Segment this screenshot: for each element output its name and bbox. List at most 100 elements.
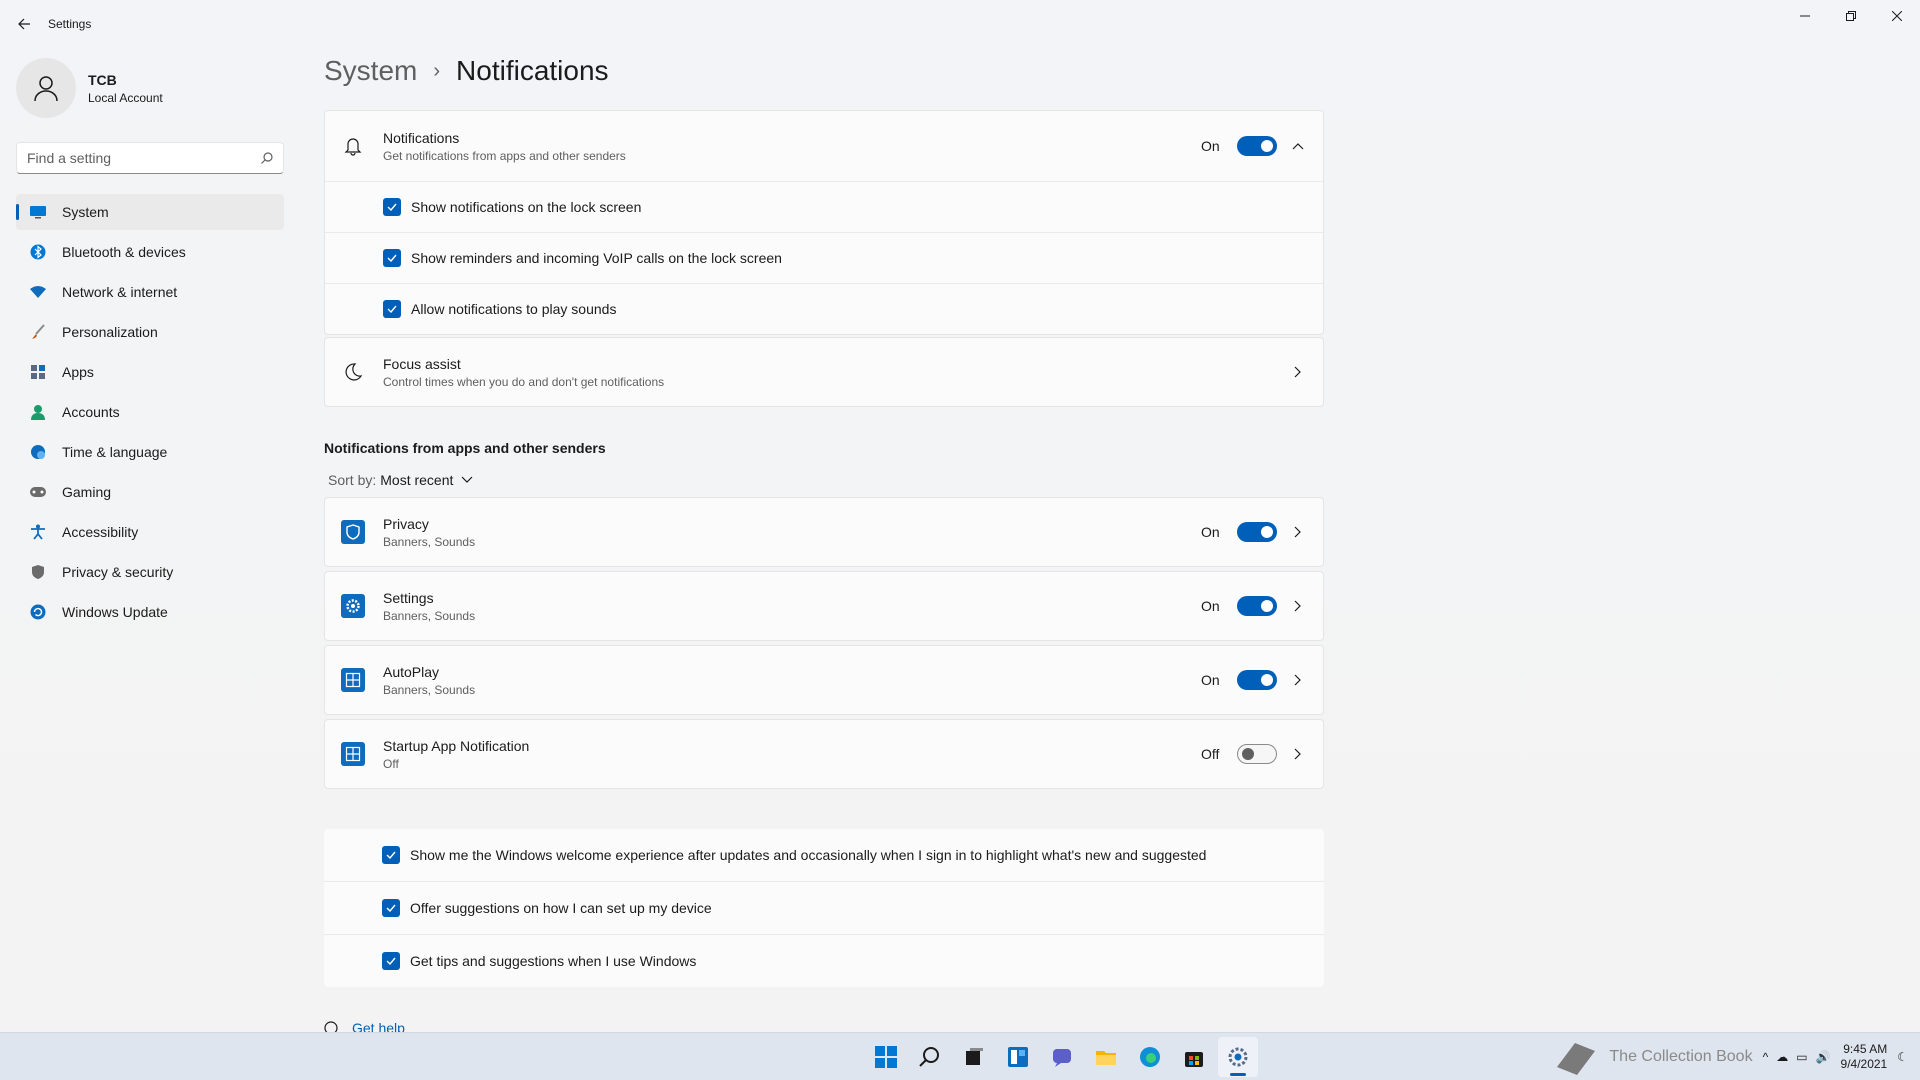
app-row[interactable]: Settings Banners, Sounds On xyxy=(325,572,1323,640)
chat-icon[interactable] xyxy=(1042,1037,1082,1077)
notification-icon[interactable]: ☾ xyxy=(1897,1050,1908,1064)
wifi-icon xyxy=(28,282,48,302)
app-toggle[interactable] xyxy=(1237,596,1277,616)
person-avatar-icon xyxy=(34,76,58,102)
option-reminders-voip[interactable]: Show reminders and incoming VoIP calls o… xyxy=(325,233,1323,283)
gear-icon xyxy=(341,594,365,618)
autoplay-icon xyxy=(341,668,365,692)
sidebar-item-label: Network & internet xyxy=(62,284,178,300)
chevron-right-icon[interactable] xyxy=(1289,671,1307,689)
sidebar-item-time-language[interactable]: Time & language xyxy=(16,434,284,470)
sidebar-item-personalization[interactable]: Personalization xyxy=(16,314,284,350)
option-welcome-experience[interactable]: Show me the Windows welcome experience a… xyxy=(324,829,1324,881)
store-icon[interactable] xyxy=(1174,1037,1214,1077)
checkbox-checked[interactable] xyxy=(383,198,401,216)
checkbox-checked[interactable] xyxy=(383,249,401,267)
app-toggle[interactable] xyxy=(1237,522,1277,542)
option-label: Show notifications on the lock screen xyxy=(411,199,642,215)
minimize-icon xyxy=(1800,15,1810,17)
taskbar-clock[interactable]: 9:45 AM 9/4/2021 xyxy=(1841,1042,1888,1072)
notifications-title: Notifications xyxy=(383,129,460,146)
sidebar-item-label: Personalization xyxy=(62,324,158,340)
checkmark-icon xyxy=(386,851,396,859)
edge-icon[interactable] xyxy=(1130,1037,1170,1077)
app-name: Privacy xyxy=(383,515,429,532)
app-row[interactable]: Startup App Notification Off Off xyxy=(325,720,1323,788)
sidebar-item-windows-update[interactable]: Windows Update xyxy=(16,594,284,630)
notifications-card: Notifications Get notifications from app… xyxy=(324,110,1324,335)
brush-icon xyxy=(28,322,48,342)
network-icon[interactable]: ▭ xyxy=(1796,1050,1807,1064)
option-label: Show reminders and incoming VoIP calls o… xyxy=(411,250,782,266)
app-card-autoplay[interactable]: AutoPlay Banners, Sounds On xyxy=(324,645,1324,715)
breadcrumb-parent[interactable]: System xyxy=(324,55,417,87)
file-explorer-icon[interactable] xyxy=(1086,1037,1126,1077)
app-row[interactable]: AutoPlay Banners, Sounds On xyxy=(325,646,1323,714)
option-tips[interactable]: Get tips and suggestions when I use Wind… xyxy=(324,935,1324,987)
user-profile[interactable]: TCB Local Account xyxy=(16,58,163,118)
bell-icon xyxy=(341,134,365,158)
sidebar-item-label: Time & language xyxy=(62,444,168,460)
app-toggle[interactable] xyxy=(1237,670,1277,690)
search-input[interactable] xyxy=(27,150,261,166)
task-view-icon[interactable] xyxy=(954,1037,994,1077)
back-button[interactable] xyxy=(0,0,48,48)
sidebar-item-bluetooth[interactable]: Bluetooth & devices xyxy=(16,234,284,270)
update-icon xyxy=(28,602,48,622)
search-icon[interactable] xyxy=(910,1037,950,1077)
sidebar-item-label: System xyxy=(62,204,109,220)
chevron-right-icon[interactable] xyxy=(1289,597,1307,615)
checkbox-checked[interactable] xyxy=(383,300,401,318)
notifications-toggle[interactable] xyxy=(1237,136,1277,156)
sidebar-item-label: Apps xyxy=(62,364,94,380)
globe-clock-icon xyxy=(28,442,48,462)
app-state: On xyxy=(1201,672,1220,688)
sidebar-item-apps[interactable]: Apps xyxy=(16,354,284,390)
sidebar-item-label: Accessibility xyxy=(62,524,139,540)
option-play-sounds[interactable]: Allow notifications to play sounds xyxy=(325,284,1323,334)
focus-assist-title: Focus assist xyxy=(383,355,461,372)
app-detail: Off xyxy=(383,756,399,771)
sidebar-item-label: Bluetooth & devices xyxy=(62,244,186,260)
sidebar-item-accessibility[interactable]: Accessibility xyxy=(16,514,284,550)
sidebar-item-network[interactable]: Network & internet xyxy=(16,274,284,310)
notifications-header-row[interactable]: Notifications Get notifications from app… xyxy=(325,111,1323,181)
sidebar-item-accounts[interactable]: Accounts xyxy=(16,394,284,430)
option-setup-suggestions[interactable]: Offer suggestions on how I can set up my… xyxy=(324,882,1324,934)
option-label: Offer suggestions on how I can set up my… xyxy=(410,900,712,916)
app-card-startup-app-notification[interactable]: Startup App Notification Off Off xyxy=(324,719,1324,789)
checkbox-checked[interactable] xyxy=(382,952,400,970)
checkbox-checked[interactable] xyxy=(382,899,400,917)
cloud-icon[interactable]: ☁ xyxy=(1776,1050,1788,1064)
chevron-right-icon[interactable] xyxy=(1289,745,1307,763)
windows-start-icon[interactable] xyxy=(866,1037,906,1077)
restore-button[interactable] xyxy=(1828,0,1874,32)
close-button[interactable] xyxy=(1874,0,1920,32)
chevron-up-icon[interactable]: ^ xyxy=(1763,1050,1769,1064)
app-card-settings[interactable]: Settings Banners, Sounds On xyxy=(324,571,1324,641)
option-lock-screen[interactable]: Show notifications on the lock screen xyxy=(325,182,1323,232)
widgets-icon[interactable] xyxy=(998,1037,1038,1077)
minimize-button[interactable] xyxy=(1782,0,1828,32)
monitor-icon xyxy=(28,202,48,222)
sidebar-item-system[interactable]: System xyxy=(16,194,284,230)
focus-assist-card[interactable]: Focus assist Control times when you do a… xyxy=(324,337,1324,407)
taskbar-time: 9:45 AM xyxy=(1843,1042,1888,1056)
focus-assist-row[interactable]: Focus assist Control times when you do a… xyxy=(325,338,1323,406)
chevron-right-icon[interactable] xyxy=(1289,523,1307,541)
chevron-right-icon[interactable] xyxy=(1289,363,1307,381)
sidebar-item-privacy-security[interactable]: Privacy & security xyxy=(16,554,284,590)
app-row[interactable]: Privacy Banners, Sounds On xyxy=(325,498,1323,566)
search-icon[interactable] xyxy=(261,152,273,164)
app-toggle[interactable] xyxy=(1237,744,1277,764)
chevron-up-icon[interactable] xyxy=(1289,137,1307,155)
sort-by-dropdown[interactable]: Sort by: Most recent xyxy=(328,472,473,488)
settings-icon[interactable] xyxy=(1218,1037,1258,1077)
person-icon xyxy=(28,402,48,422)
sidebar-item-label: Accounts xyxy=(62,404,120,420)
app-card-privacy[interactable]: Privacy Banners, Sounds On xyxy=(324,497,1324,567)
volume-icon[interactable]: 🔊 xyxy=(1816,1050,1831,1064)
app-state: Off xyxy=(1201,746,1220,762)
checkbox-checked[interactable] xyxy=(382,846,400,864)
sidebar-item-gaming[interactable]: Gaming xyxy=(16,474,284,510)
